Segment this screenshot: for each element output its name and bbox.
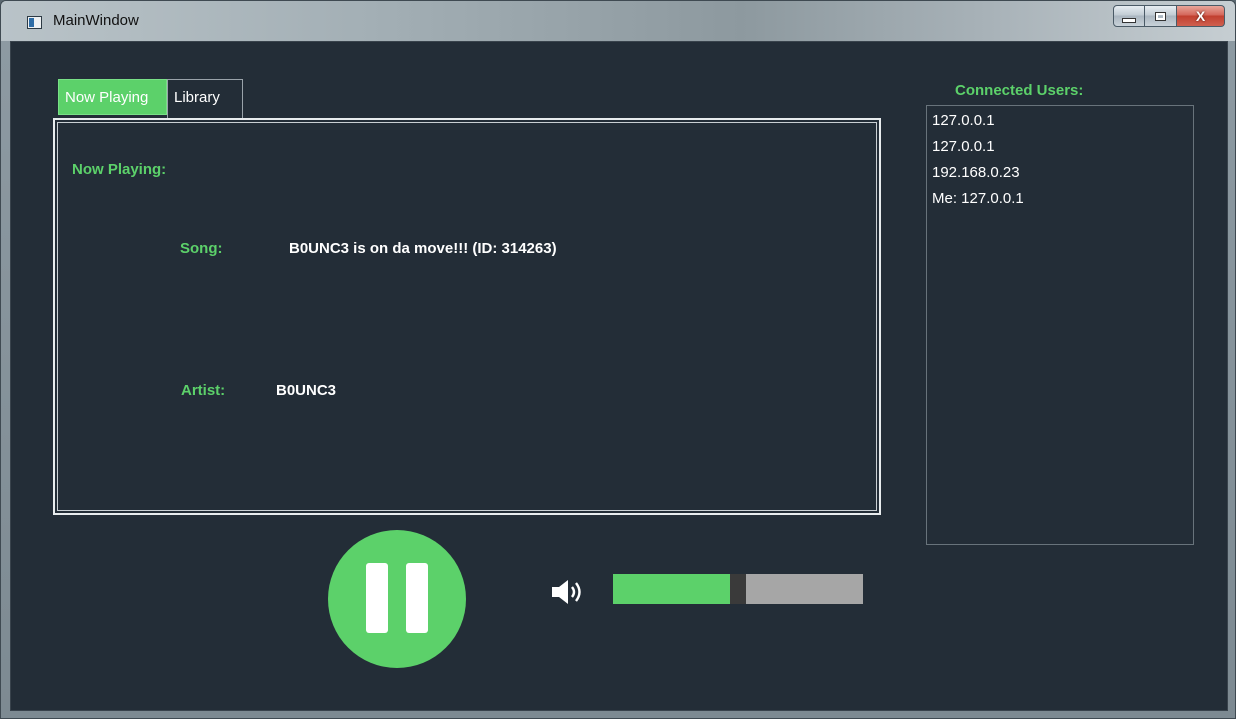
connected-users-title: Connected Users: xyxy=(955,82,1084,99)
now-playing-panel-inner: Now Playing: Song: B0UNC3 is on da move!… xyxy=(57,122,877,511)
main-window: MainWindow X Now Playing Library Now Pla… xyxy=(0,0,1236,719)
client-area: Now Playing Library Now Playing: Song: B… xyxy=(10,41,1228,711)
list-item[interactable]: 127.0.0.1 xyxy=(932,137,1193,163)
play-pause-button[interactable] xyxy=(328,530,466,668)
minimize-button[interactable] xyxy=(1113,5,1145,27)
now-playing-panel: Now Playing: Song: B0UNC3 is on da move!… xyxy=(53,118,881,515)
pause-icon xyxy=(366,563,388,633)
speaker-icon[interactable] xyxy=(551,579,585,605)
close-button[interactable]: X xyxy=(1177,5,1225,27)
artist-label: Artist: xyxy=(181,382,226,399)
list-item[interactable]: 127.0.0.1 xyxy=(932,111,1193,137)
song-label: Song: xyxy=(180,240,223,257)
song-value: B0UNC3 is on da move!!! (ID: 314263) xyxy=(289,240,557,257)
volume-slider[interactable] xyxy=(613,574,863,604)
title-bar[interactable]: MainWindow X xyxy=(1,1,1235,41)
window-title: MainWindow xyxy=(53,12,139,29)
minimize-icon xyxy=(1122,17,1136,23)
now-playing-heading: Now Playing: xyxy=(72,161,167,178)
app-icon xyxy=(27,16,42,29)
window-controls: X xyxy=(1113,5,1225,27)
volume-handle[interactable] xyxy=(730,574,746,604)
connected-users-list[interactable]: 127.0.0.1 127.0.0.1 192.168.0.23 Me: 127… xyxy=(926,105,1194,545)
pause-icon-bar xyxy=(406,563,428,633)
list-item[interactable]: 192.168.0.23 xyxy=(932,163,1193,189)
tab-now-playing[interactable]: Now Playing xyxy=(58,79,167,115)
volume-fill xyxy=(613,574,730,604)
maximize-button[interactable] xyxy=(1145,5,1177,27)
list-item[interactable]: Me: 127.0.0.1 xyxy=(932,189,1193,215)
artist-value: B0UNC3 xyxy=(276,382,337,399)
maximize-icon xyxy=(1155,11,1166,21)
close-icon: X xyxy=(1195,8,1206,24)
tab-library[interactable]: Library xyxy=(167,79,243,119)
